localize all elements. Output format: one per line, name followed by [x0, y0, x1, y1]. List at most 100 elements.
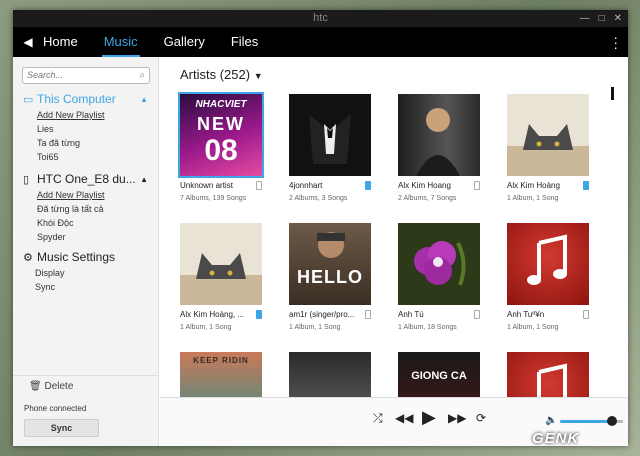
portrait-image — [416, 108, 460, 176]
artist-card[interactable] — [507, 352, 589, 397]
computer-icon: ▭ — [23, 93, 34, 106]
view-header[interactable]: Artists (252) ▼ — [180, 67, 263, 82]
section-title: HTC One_E8 du... — [37, 172, 136, 186]
artist-card[interactable]: Alx Kim Hoàng 1 Album, 1 Song — [507, 94, 589, 202]
add-playlist-link[interactable]: Add New Playlist — [13, 188, 158, 202]
artist-thumbnail[interactable] — [398, 223, 480, 305]
sync-device-icon[interactable] — [256, 310, 262, 319]
repeat-icon[interactable]: ⟳ — [476, 411, 486, 425]
sync-device-icon[interactable] — [583, 181, 589, 190]
artist-card[interactable]: NHACVIET NEW 08 Unknown artist 7 Albums,… — [178, 92, 264, 202]
artist-card[interactable]: Anh Tú 1 Album, 18 Songs — [398, 223, 480, 331]
thumb-text: KEEP RIDIN — [193, 356, 249, 365]
volume-fill[interactable] — [560, 420, 612, 423]
cat-image — [507, 124, 589, 176]
artist-meta: 1 Album, 18 Songs — [398, 324, 457, 331]
next-icon[interactable]: ▶▶ — [448, 411, 466, 425]
dropdown-arrow-icon[interactable]: ▼ — [254, 71, 263, 81]
artist-card[interactable]: 4jonnhart 2 Albums, 3 Songs — [289, 94, 371, 202]
title-bar: htc — □ ✕ — [13, 10, 628, 27]
artist-meta: 1 Album, 1 Song — [507, 324, 559, 331]
artist-name: Alx Kim Hoàng, ... — [180, 310, 245, 319]
shuffle-icon[interactable]: ⤮ — [373, 411, 383, 426]
volume-knob[interactable] — [607, 416, 617, 426]
delete-button[interactable]: 🗑 Delete — [13, 375, 159, 397]
artist-card[interactable] — [289, 352, 371, 397]
tab-gallery[interactable]: Gallery — [164, 27, 205, 57]
sidebar-item-playlist[interactable]: Đã từng là tất cả — [13, 202, 158, 216]
artist-card[interactable]: Alx Kim Hoang 2 Albums, 7 Songs — [398, 94, 480, 202]
close-icon[interactable]: ✕ — [614, 10, 622, 27]
artist-grid: Artists (252) ▼ NHACVIET NEW 08 Unknown … — [160, 57, 628, 397]
music-note-icon — [537, 363, 567, 397]
sidebar-item-playlist[interactable]: Lies — [13, 122, 158, 136]
artist-thumbnail[interactable]: HELLO — [289, 223, 371, 305]
sidebar-item-playlist[interactable]: Toi65 — [13, 150, 158, 164]
scrollbar-thumb[interactable] — [611, 87, 614, 100]
artist-thumbnail[interactable] — [507, 94, 589, 176]
thumb-text: HELLO — [297, 267, 363, 287]
app-window: htc — □ ✕ ◀ Home Music Gallery Files · · ·… — [13, 10, 628, 446]
sidebar-section-settings[interactable]: ⚙ Music Settings — [13, 248, 158, 266]
tab-files[interactable]: Files — [231, 27, 258, 57]
artist-meta: 2 Albums, 7 Songs — [398, 195, 457, 202]
artist-thumbnail[interactable] — [398, 94, 480, 176]
artist-name: Alx Kim Hoàng — [507, 181, 560, 190]
tuxedo-image — [309, 114, 351, 164]
thumb-text: 08 — [204, 134, 238, 167]
sidebar-item-playlist[interactable]: Khói Độc — [13, 216, 158, 230]
artist-thumbnail[interactable] — [289, 352, 371, 397]
sync-device-icon[interactable] — [474, 181, 480, 190]
artist-thumbnail[interactable] — [507, 352, 589, 397]
artist-card[interactable]: HELLO am1r (singer/pro... 1 Album, 1 Son… — [289, 223, 371, 331]
artist-thumbnail[interactable] — [289, 94, 371, 176]
artist-card[interactable]: KEEP RIDIN — [180, 352, 262, 397]
artist-card[interactable]: Alx Kim Hoàng, ... 1 Album, 1 Song — [180, 223, 262, 331]
artist-card[interactable]: GIONG CA — [398, 352, 480, 397]
collapse-icon[interactable]: ▲ — [140, 95, 148, 104]
previous-icon[interactable]: ◀◀ — [395, 411, 413, 425]
sync-device-icon[interactable] — [583, 310, 589, 319]
search-icon[interactable]: ⌕ — [139, 68, 145, 83]
sidebar-section-computer[interactable]: ▭ This Computer ▲ — [13, 90, 158, 108]
sidebar-section-phone[interactable]: ▯ HTC One_E8 du... ▲ — [13, 170, 158, 188]
artist-name: am1r (singer/pro... — [289, 310, 355, 319]
phone-icon: ▯ — [23, 173, 30, 186]
artist-thumbnail[interactable] — [507, 223, 589, 305]
flower-image — [414, 241, 466, 286]
tab-home[interactable]: Home — [43, 27, 78, 57]
minimize-icon[interactable]: — — [580, 10, 590, 27]
play-icon[interactable]: ▶ — [422, 407, 436, 428]
collapse-icon[interactable]: ▲ — [140, 175, 148, 184]
artist-card[interactable]: Anh Tuº¥n 1 Album, 1 Song — [507, 223, 589, 331]
artist-meta: 1 Album, 1 Song — [180, 324, 232, 331]
artist-meta: 1 Album, 1 Song — [289, 324, 341, 331]
tab-music[interactable]: Music — [101, 27, 140, 57]
sync-button[interactable]: Sync — [24, 419, 99, 437]
maximize-icon[interactable]: □ — [599, 10, 605, 27]
sync-device-icon[interactable] — [365, 310, 371, 319]
connection-status: Phone connected — [24, 404, 87, 413]
search-placeholder: Search... — [27, 70, 64, 80]
delete-label: Delete — [44, 381, 74, 392]
sidebar-item-sync[interactable]: Sync — [13, 280, 158, 294]
sidebar-item-playlist[interactable]: Ta đã từng — [13, 136, 158, 150]
artist-thumbnail[interactable] — [180, 223, 262, 305]
artist-thumbnail[interactable]: KEEP RIDIN — [180, 352, 262, 397]
sync-device-icon[interactable] — [474, 310, 480, 319]
sidebar-item-display[interactable]: Display — [13, 266, 158, 280]
sync-device-icon[interactable] — [256, 181, 262, 190]
sidebar-item-playlist[interactable]: Spyder — [13, 230, 158, 244]
add-playlist-link[interactable]: Add New Playlist — [13, 108, 158, 122]
artist-meta: 2 Albums, 3 Songs — [289, 195, 348, 202]
sync-device-icon[interactable] — [365, 181, 371, 190]
artist-thumbnail[interactable]: NHACVIET NEW 08 — [178, 92, 264, 178]
music-note-icon — [527, 234, 567, 285]
artist-thumbnail[interactable]: GIONG CA — [398, 352, 480, 397]
artist-meta: 1 Album, 1 Song — [507, 195, 559, 202]
volume-icon[interactable]: 🔈 — [545, 415, 557, 426]
search-input[interactable]: Search... ⌕ — [22, 67, 150, 84]
trash-icon: 🗑 — [29, 381, 42, 392]
back-arrow-icon[interactable]: ◀ — [13, 35, 43, 49]
more-menu-icon[interactable]: · · · — [613, 30, 618, 54]
